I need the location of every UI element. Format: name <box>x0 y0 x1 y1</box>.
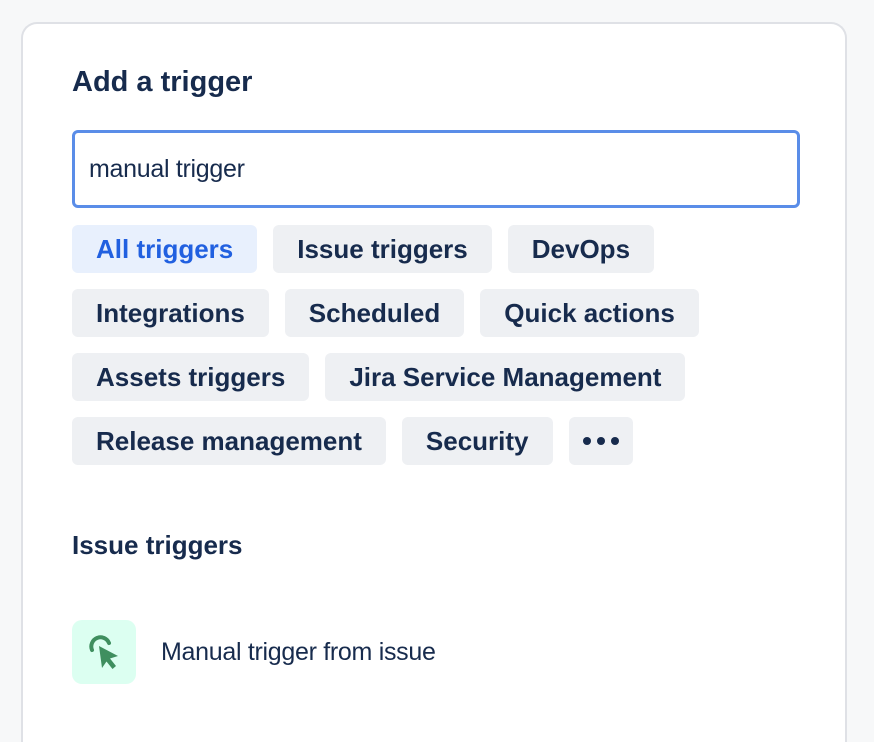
trigger-search-input[interactable] <box>72 130 800 208</box>
section-heading-issue-triggers: Issue triggers <box>72 530 243 560</box>
result-label: Manual trigger from issue <box>161 637 436 666</box>
filter-row-4: Release management Security <box>72 417 633 465</box>
filter-chip-jira-service-management[interactable]: Jira Service Management <box>325 353 686 401</box>
filter-row-3: Assets triggers Jira Service Management <box>72 353 686 401</box>
filter-chip-devops[interactable]: DevOps <box>507 225 655 273</box>
filter-chip-scheduled[interactable]: Scheduled <box>284 289 465 337</box>
trigger-result-item[interactable]: Manual trigger from issue <box>72 618 800 686</box>
filter-chip-quick-actions[interactable]: Quick actions <box>480 289 699 337</box>
result-icon-tile <box>72 620 136 684</box>
ellipsis-icon <box>582 437 591 445</box>
panel-title: Add a trigger <box>72 66 253 98</box>
add-trigger-panel: Add a trigger All triggers Issue trigger… <box>21 22 847 742</box>
filter-chip-security[interactable]: Security <box>401 417 553 465</box>
cursor-click-icon <box>89 635 118 669</box>
more-filters-button[interactable] <box>568 417 633 465</box>
filter-row-2: Integrations Scheduled Quick actions <box>72 289 699 337</box>
filter-row-1: All triggers Issue triggers DevOps <box>72 225 655 273</box>
filter-chip-integrations[interactable]: Integrations <box>72 289 269 337</box>
ellipsis-icon-dot <box>596 437 605 445</box>
ellipsis-icon-dot <box>610 437 619 445</box>
filter-chip-all-triggers[interactable]: All triggers <box>72 225 258 273</box>
filter-chip-assets-triggers[interactable]: Assets triggers <box>72 353 310 401</box>
filter-chip-issue-triggers[interactable]: Issue triggers <box>273 225 492 273</box>
filter-chip-release-management[interactable]: Release management <box>72 417 386 465</box>
